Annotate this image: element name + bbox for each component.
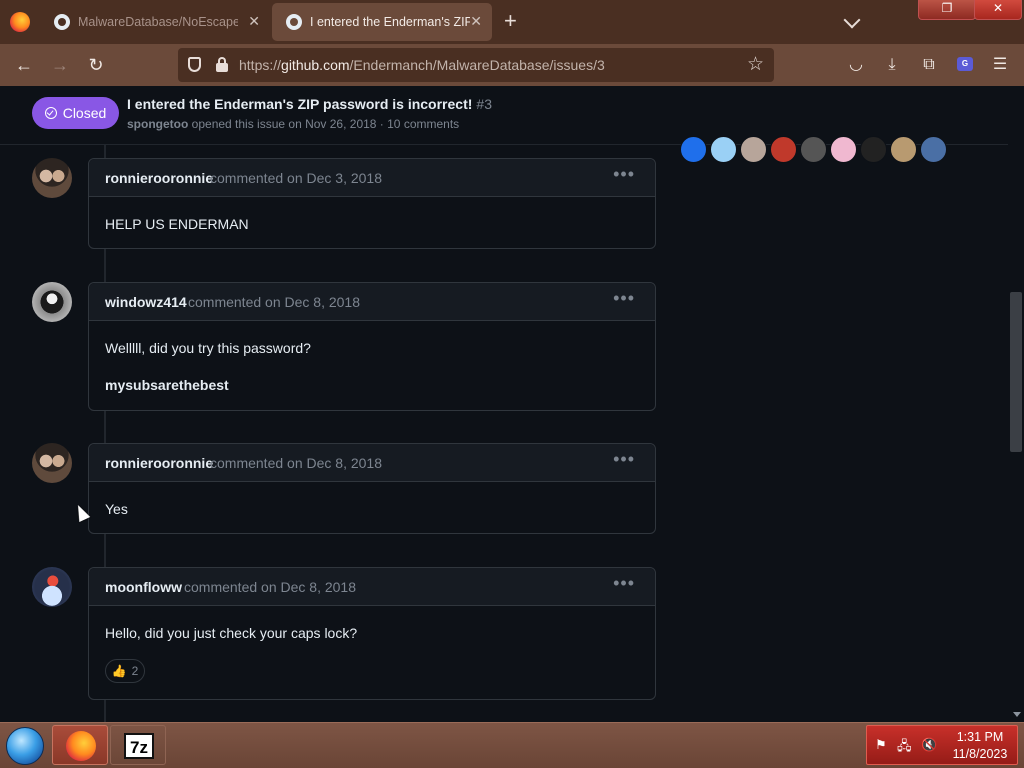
puzzle-icon[interactable]: ⧉ bbox=[918, 54, 940, 76]
participant-avatar[interactable] bbox=[740, 136, 767, 163]
avatar[interactable] bbox=[32, 158, 72, 198]
firefox-logo-icon[interactable] bbox=[10, 12, 30, 32]
comment-box: moonfloww commented on Dec 8, 2018 ••• H… bbox=[88, 567, 656, 700]
navigation-toolbar: ← → ↻ https://github.com/Endermanch/Malw… bbox=[0, 44, 1024, 86]
reload-icon[interactable]: ↻ bbox=[85, 54, 107, 76]
status-badge: Closed bbox=[32, 97, 119, 129]
forward-arrow-icon[interactable]: → bbox=[49, 54, 71, 76]
pocket-icon[interactable]: ◡ bbox=[845, 54, 867, 76]
tracking-protection-shield-icon[interactable] bbox=[188, 57, 201, 72]
avatar[interactable] bbox=[32, 282, 72, 322]
comment-box: ronnierooronnie commented on Dec 3, 2018… bbox=[88, 158, 656, 249]
comment-text: Hello, did you just check your caps lock… bbox=[105, 625, 358, 641]
tab-issue[interactable]: I entered the Enderman's ZIP password is… bbox=[272, 3, 492, 41]
url-text[interactable]: https://github.com/Endermanch/MalwareDat… bbox=[239, 57, 605, 73]
tab-title: I entered the Enderman's ZIP password is… bbox=[310, 15, 470, 29]
participant-avatar[interactable] bbox=[770, 136, 797, 163]
download-icon[interactable]: ⤓ bbox=[881, 54, 903, 76]
action-center-flag-icon[interactable]: ⚑ bbox=[875, 737, 887, 753]
participant-avatar[interactable] bbox=[710, 136, 737, 163]
participant-avatar[interactable] bbox=[890, 136, 917, 163]
reaction-button[interactable]: 👍 2 bbox=[105, 659, 145, 683]
reaction-count: 2 bbox=[131, 664, 139, 678]
firefox-icon bbox=[66, 731, 96, 761]
comment-author-link[interactable]: ronnierooronnie bbox=[105, 170, 213, 186]
github-icon bbox=[286, 14, 302, 30]
more-options-icon[interactable]: ••• bbox=[613, 164, 635, 185]
comment-text-bold: mysubsarethebest bbox=[105, 377, 229, 393]
comment-author-link[interactable]: windowz414 bbox=[105, 294, 187, 310]
comment-header: ronnierooronnie commented on Dec 3, 2018… bbox=[89, 159, 655, 197]
more-options-icon[interactable]: ••• bbox=[613, 449, 635, 470]
comment-timestamp[interactable]: commented on Dec 8, 2018 bbox=[184, 579, 356, 595]
tab-title: MalwareDatabase/NoEscape.zip bbox=[78, 15, 238, 29]
comment-header: moonfloww commented on Dec 8, 2018 ••• bbox=[89, 568, 655, 606]
participant-avatar[interactable] bbox=[920, 136, 947, 163]
avatar[interactable] bbox=[32, 443, 72, 483]
hamburger-icon[interactable]: ☰ bbox=[989, 54, 1011, 76]
list-all-tabs-chevron-icon[interactable] bbox=[843, 11, 861, 29]
avatar[interactable] bbox=[32, 567, 72, 607]
comment-timestamp[interactable]: commented on Dec 8, 2018 bbox=[210, 455, 382, 471]
7zip-icon: 7z bbox=[124, 733, 154, 759]
issue-number: #3 bbox=[476, 96, 492, 112]
comment-text: HELP US ENDERMAN bbox=[105, 216, 249, 232]
comment-text: Welllll, did you try this password? bbox=[105, 340, 311, 356]
issue-title: I entered the Enderman's ZIP password is… bbox=[127, 96, 492, 112]
comment-header: windowz414 commented on Dec 8, 2018 ••• bbox=[89, 283, 655, 321]
issue-title-text: I entered the Enderman's ZIP password is… bbox=[127, 96, 473, 112]
system-tray: ⚑ 🖧 🔇 1:31 PM 11/8/2023 bbox=[866, 725, 1018, 765]
address-bar[interactable]: https://github.com/Endermanch/MalwareDat… bbox=[178, 48, 774, 82]
participant-avatar[interactable] bbox=[800, 136, 827, 163]
status-label: Closed bbox=[62, 105, 107, 121]
participant-avatar[interactable] bbox=[860, 136, 887, 163]
volume-muted-icon[interactable]: 🔇 bbox=[921, 737, 937, 753]
issue-sticky-header: Closed I entered the Enderman's ZIP pass… bbox=[0, 86, 1008, 145]
clock[interactable]: 1:31 PM 11/8/2023 bbox=[947, 729, 1013, 763]
back-arrow-icon[interactable]: ← bbox=[13, 54, 35, 76]
taskbar-firefox-button[interactable] bbox=[52, 725, 108, 765]
page-scrollbar[interactable] bbox=[1008, 86, 1024, 722]
extension-badge[interactable]: G bbox=[957, 57, 973, 71]
url-scheme: https:// bbox=[239, 57, 282, 73]
comment-box: windowz414 commented on Dec 8, 2018 ••• … bbox=[88, 282, 656, 411]
new-tab-button[interactable]: + bbox=[504, 10, 517, 32]
clock-date: 11/8/2023 bbox=[952, 747, 1008, 761]
comment-box: ronnierooronnie commented on Dec 8, 2018… bbox=[88, 443, 656, 534]
star-icon[interactable]: ☆ bbox=[747, 53, 764, 76]
clock-time: 1:31 PM bbox=[956, 730, 1004, 744]
close-window-button[interactable]: ✕ bbox=[974, 0, 1022, 20]
tab-noescape[interactable]: MalwareDatabase/NoEscape.zip ✕ bbox=[40, 3, 270, 41]
url-host: github.com bbox=[281, 57, 350, 73]
more-options-icon[interactable]: ••• bbox=[613, 288, 635, 309]
thumbs-up-icon: 👍 bbox=[111, 664, 127, 678]
comment-author-link[interactable]: moonfloww bbox=[105, 579, 182, 595]
url-path: /Endermanch/MalwareDatabase/issues/3 bbox=[349, 57, 605, 73]
close-tab-icon[interactable]: ✕ bbox=[470, 13, 482, 29]
scrollbar-thumb[interactable] bbox=[1010, 292, 1022, 452]
check-circle-icon bbox=[44, 107, 57, 119]
taskbar-7zip-button[interactable]: 7z bbox=[110, 725, 166, 765]
comment-timestamp[interactable]: commented on Dec 3, 2018 bbox=[210, 170, 382, 186]
issue-meta-text: opened this issue on Nov 26, 2018 · 10 c… bbox=[191, 117, 460, 131]
participant-avatar[interactable] bbox=[830, 136, 857, 163]
issue-meta: spongetoo opened this issue on Nov 26, 2… bbox=[127, 117, 459, 131]
network-icon[interactable]: 🖧 bbox=[897, 737, 912, 759]
more-options-icon[interactable]: ••• bbox=[613, 573, 635, 594]
github-icon bbox=[54, 14, 70, 30]
close-tab-icon[interactable]: ✕ bbox=[248, 13, 260, 29]
browser-tab-strip: MalwareDatabase/NoEscape.zip ✕ I entered… bbox=[0, 0, 1024, 44]
github-issue-page: Closed I entered the Enderman's ZIP pass… bbox=[0, 86, 1008, 722]
comment-text: Yes bbox=[105, 501, 128, 517]
comment-timestamp[interactable]: commented on Dec 8, 2018 bbox=[188, 294, 360, 310]
comment-author-link[interactable]: ronnierooronnie bbox=[105, 455, 213, 471]
participant-avatar[interactable] bbox=[680, 136, 707, 163]
lock-icon[interactable] bbox=[216, 57, 228, 72]
comment-header: ronnierooronnie commented on Dec 8, 2018… bbox=[89, 444, 655, 482]
issue-author-link[interactable]: spongetoo bbox=[127, 117, 188, 131]
start-button[interactable] bbox=[6, 727, 44, 765]
scroll-down-arrow-icon[interactable] bbox=[1013, 712, 1021, 717]
windows-taskbar: 7z ⚑ 🖧 🔇 1:31 PM 11/8/2023 bbox=[0, 722, 1024, 768]
restore-window-button[interactable]: ❐ bbox=[918, 0, 976, 20]
